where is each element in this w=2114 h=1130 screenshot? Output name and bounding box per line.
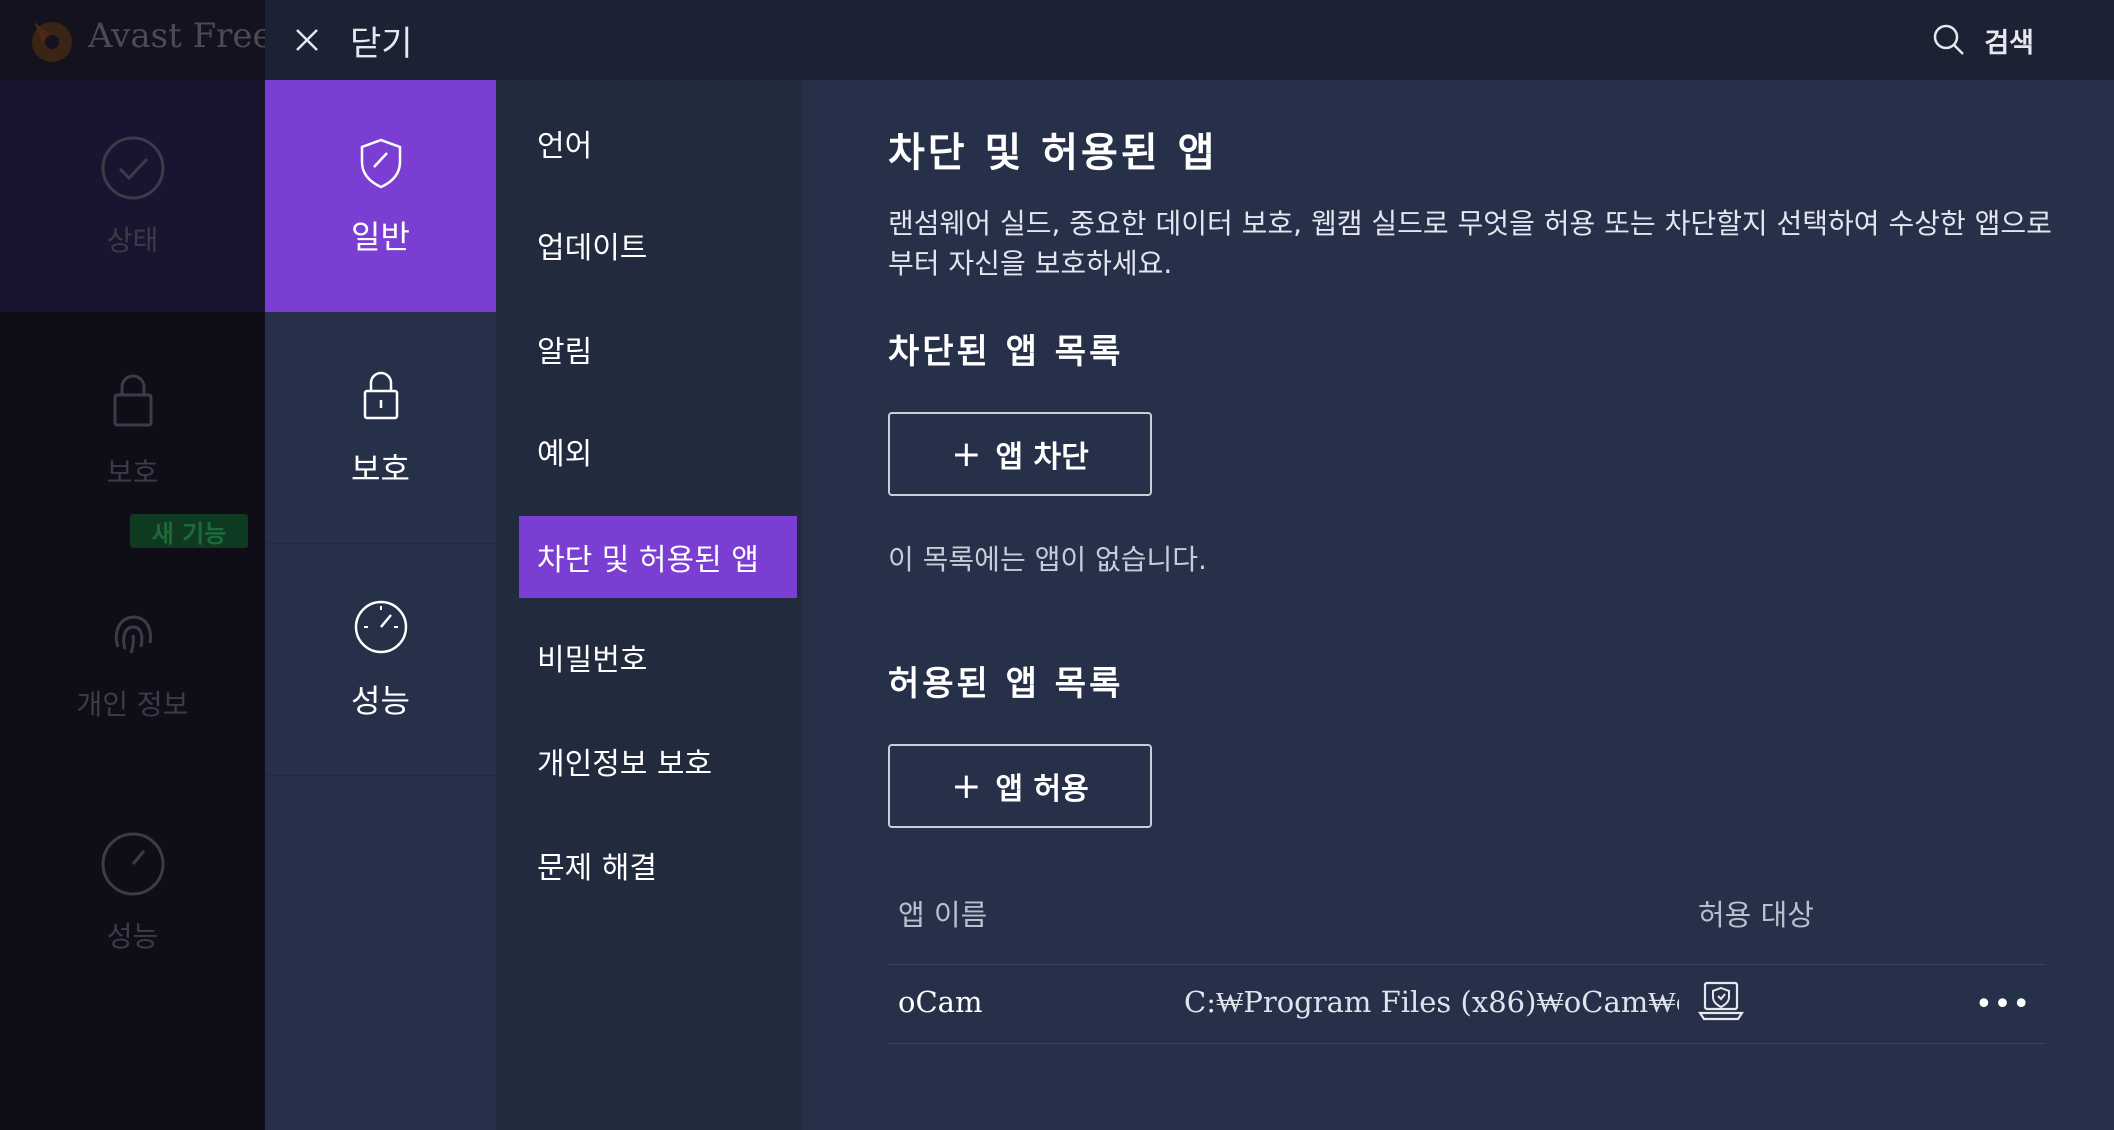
- submenu-item-privacy[interactable]: 개인정보 보호: [519, 720, 797, 802]
- search-label: 검색: [1984, 27, 2034, 59]
- category-general[interactable]: 일반: [265, 80, 496, 312]
- rail-label: 보호: [106, 456, 159, 489]
- shield-icon: [360, 138, 401, 189]
- main-content: 차단 및 허용된 앱 랜섬웨어 실드, 중요한 데이터 보호, 웹캠 실드로 무…: [802, 80, 2114, 1130]
- row-more-options-button[interactable]: •••: [1975, 979, 2030, 1029]
- app-brand: Avast Free: [0, 0, 265, 80]
- submenu-item-update[interactable]: 업데이트: [519, 204, 797, 286]
- page-description: 랜섬웨어 실드, 중요한 데이터 보호, 웹캠 실드로 무엇을 허용 또는 차단…: [888, 207, 2052, 280]
- speedometer-icon: [101, 832, 164, 896]
- table-row: oCam C:₩Program Files (x86)₩oCam₩oCam.ex…: [888, 964, 2046, 1044]
- submenu-item-language[interactable]: 언어: [519, 102, 797, 184]
- column-app-name[interactable]: 앱 이름: [898, 892, 987, 934]
- submenu-item-exceptions[interactable]: 예외: [519, 410, 797, 492]
- category-label: 보호: [351, 449, 410, 488]
- close-icon: [296, 29, 318, 51]
- search-icon: [1934, 24, 1965, 55]
- laptop-shield-icon[interactable]: [1696, 977, 1746, 1027]
- allowed-apps-title: 허용된 앱 목록: [888, 664, 1124, 704]
- lock-icon: [113, 374, 152, 427]
- block-app-label: 앱 차단: [995, 440, 1089, 475]
- blocked-apps-title: 차단된 앱 목록: [888, 332, 1124, 372]
- rail-label: 상태: [106, 224, 159, 257]
- submenu-item-troubleshooting[interactable]: 문제 해결: [519, 824, 797, 906]
- background-nav-rail: 상태 보호 개인 정보 성능: [0, 80, 265, 1130]
- close-button[interactable]: 닫기: [290, 8, 413, 72]
- top-bar: Avast Free 닫기 검색: [0, 0, 2114, 80]
- new-feature-badge: 새 기능: [130, 514, 248, 548]
- allowed-table-header: 앱 이름 허용 대상: [888, 888, 2046, 938]
- page-title: 차단 및 허용된 앱: [888, 129, 1218, 176]
- category-label: 일반: [351, 218, 410, 256]
- allow-app-button[interactable]: + 앱 허용: [888, 744, 1152, 828]
- column-allowed-target[interactable]: 허용 대상: [1698, 892, 1814, 934]
- close-label: 닫기: [350, 23, 413, 64]
- row-app-name: oCam: [898, 985, 983, 1019]
- category-protection[interactable]: 보호: [265, 312, 496, 544]
- lock-icon: [363, 371, 398, 419]
- block-app-button[interactable]: + 앱 차단: [888, 412, 1152, 496]
- submenu-item-notifications[interactable]: 알림: [519, 308, 797, 390]
- settings-category-nav: 일반 보호 성능: [265, 80, 496, 1130]
- submenu-item-passwords[interactable]: 비밀번호: [519, 616, 797, 698]
- allow-app-label: 앱 허용: [995, 772, 1089, 807]
- category-performance[interactable]: 성능: [265, 544, 496, 776]
- app-name: Avast Free: [88, 16, 265, 56]
- rail-item-protection: 보호: [0, 312, 265, 544]
- blocked-empty-text: 이 목록에는 앱이 없습니다.: [888, 543, 1207, 576]
- row-app-path: C:₩Program Files (x86)₩oCam₩oCam.exe: [1184, 985, 1679, 1019]
- check-circle-icon: [101, 136, 164, 200]
- avast-logo-icon: [32, 22, 72, 62]
- submenu-item-blocked-allowed-apps[interactable]: 차단 및 허용된 앱: [519, 516, 797, 598]
- fingerprint-icon: [114, 615, 152, 654]
- plus-icon: +: [951, 433, 982, 475]
- rail-item-performance: 성능: [0, 776, 265, 1008]
- rail-item-status: 상태: [0, 80, 265, 312]
- rail-label: 개인 정보: [76, 688, 189, 721]
- rail-item-privacy: 개인 정보: [0, 544, 265, 776]
- speedometer-icon: [354, 600, 407, 653]
- category-label: 성능: [351, 681, 410, 720]
- settings-submenu: 언어 업데이트 알림 예외 차단 및 허용된 앱 비밀번호 개인정보 보호 문제…: [496, 80, 802, 1130]
- search-button[interactable]: 검색: [1930, 14, 2034, 66]
- rail-label: 성능: [106, 920, 159, 953]
- plus-icon: +: [951, 765, 982, 807]
